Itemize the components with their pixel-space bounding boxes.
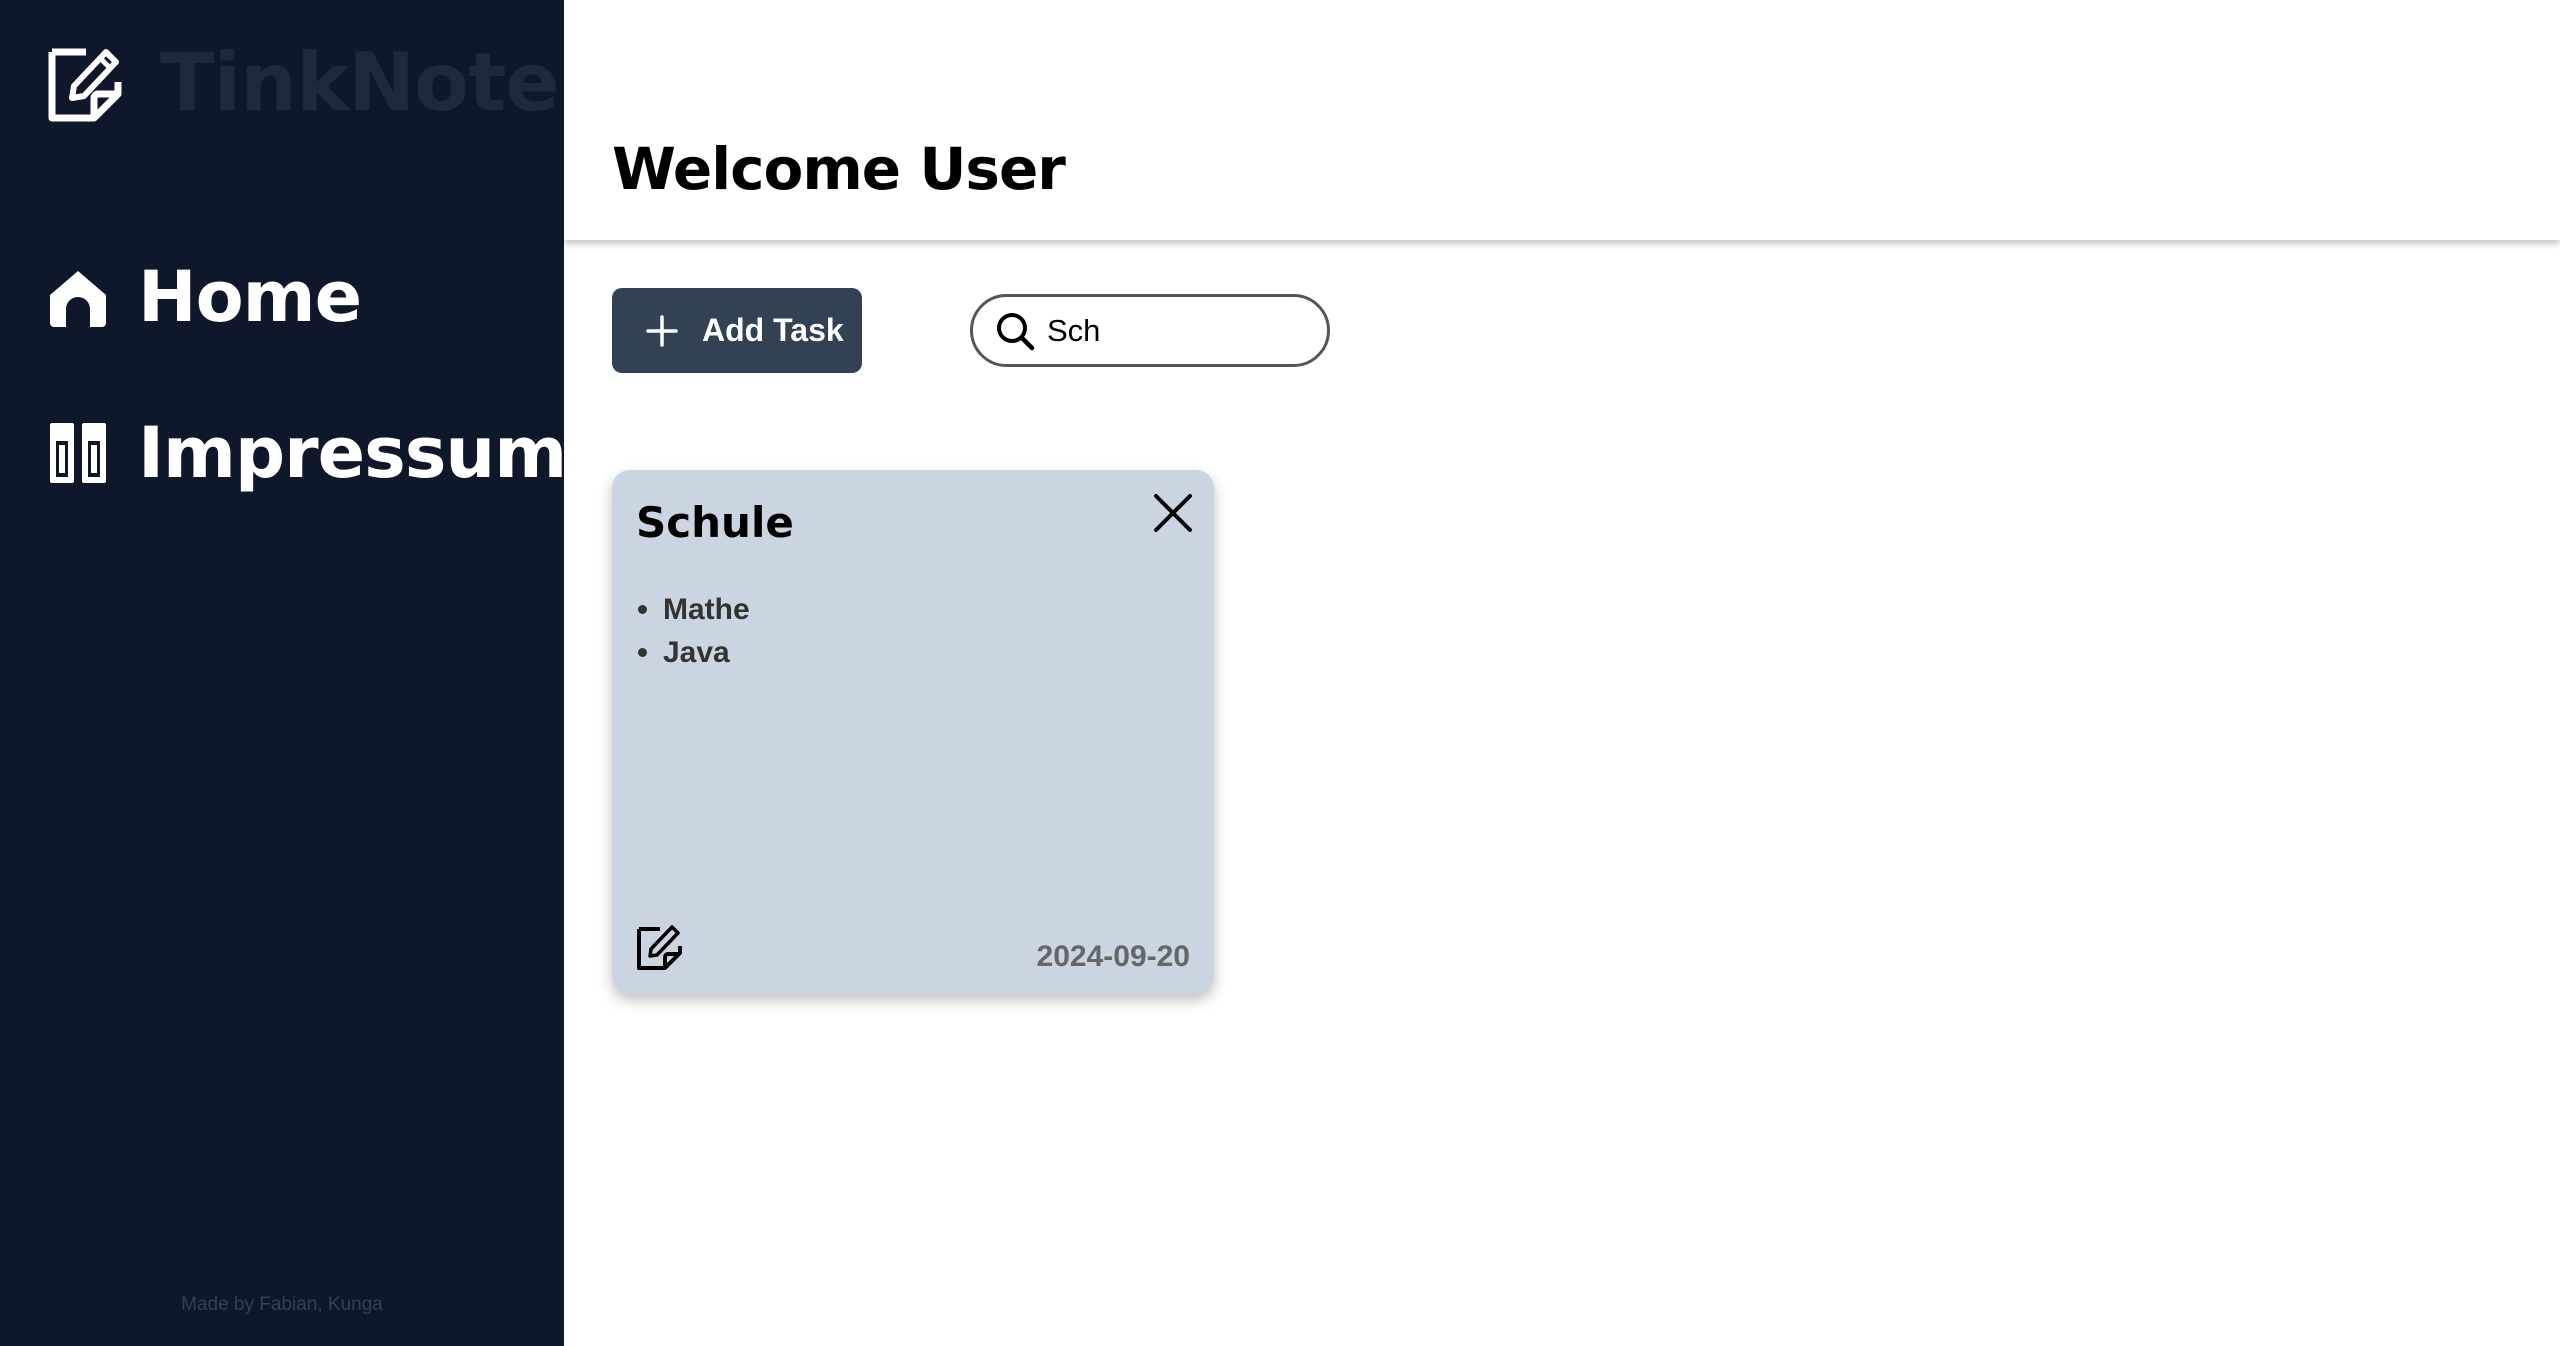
list-item-text: Java (663, 635, 730, 669)
add-task-label: Add Task (702, 312, 844, 348)
bullet-icon (638, 648, 647, 657)
search-icon (997, 312, 1035, 350)
plus-icon (646, 314, 678, 347)
list-item: Java (636, 631, 750, 674)
home-icon (50, 271, 106, 327)
edit-icon (637, 925, 682, 970)
list-item-text: Mathe (663, 592, 750, 626)
edit-note-icon (48, 48, 122, 122)
search-input[interactable] (1047, 312, 1297, 349)
header: Welcome User (564, 0, 2560, 240)
sidebar: TinkNote Home Impressum Made by Fabian, … (0, 0, 567, 1346)
list-item: Mathe (636, 588, 750, 631)
sidebar-item-label: Home (138, 256, 362, 338)
sidebar-item-home[interactable]: Home (46, 256, 362, 338)
brand-name: TinkNote (160, 36, 560, 129)
credit-text: Made by Fabian, Kunga (181, 1294, 383, 1315)
close-icon (1154, 494, 1192, 532)
search-box[interactable] (970, 294, 1330, 367)
bullet-icon (638, 605, 647, 614)
note-date: 2024-09-20 (1036, 940, 1190, 973)
edit-note-button[interactable] (634, 922, 684, 972)
sidebar-item-label: Impressum (138, 412, 567, 494)
add-task-button[interactable]: Add Task (612, 288, 862, 373)
note-title: Schule (636, 498, 794, 547)
book-icon (50, 423, 106, 483)
brand[interactable]: TinkNote (46, 36, 560, 129)
note-items: Mathe Java (636, 588, 750, 674)
note-card[interactable]: Schule Mathe Java 2024-09-20 (612, 470, 1214, 994)
page-title: Welcome User (612, 135, 1066, 203)
delete-note-button[interactable] (1152, 492, 1194, 534)
sidebar-item-impressum[interactable]: Impressum (46, 412, 567, 494)
